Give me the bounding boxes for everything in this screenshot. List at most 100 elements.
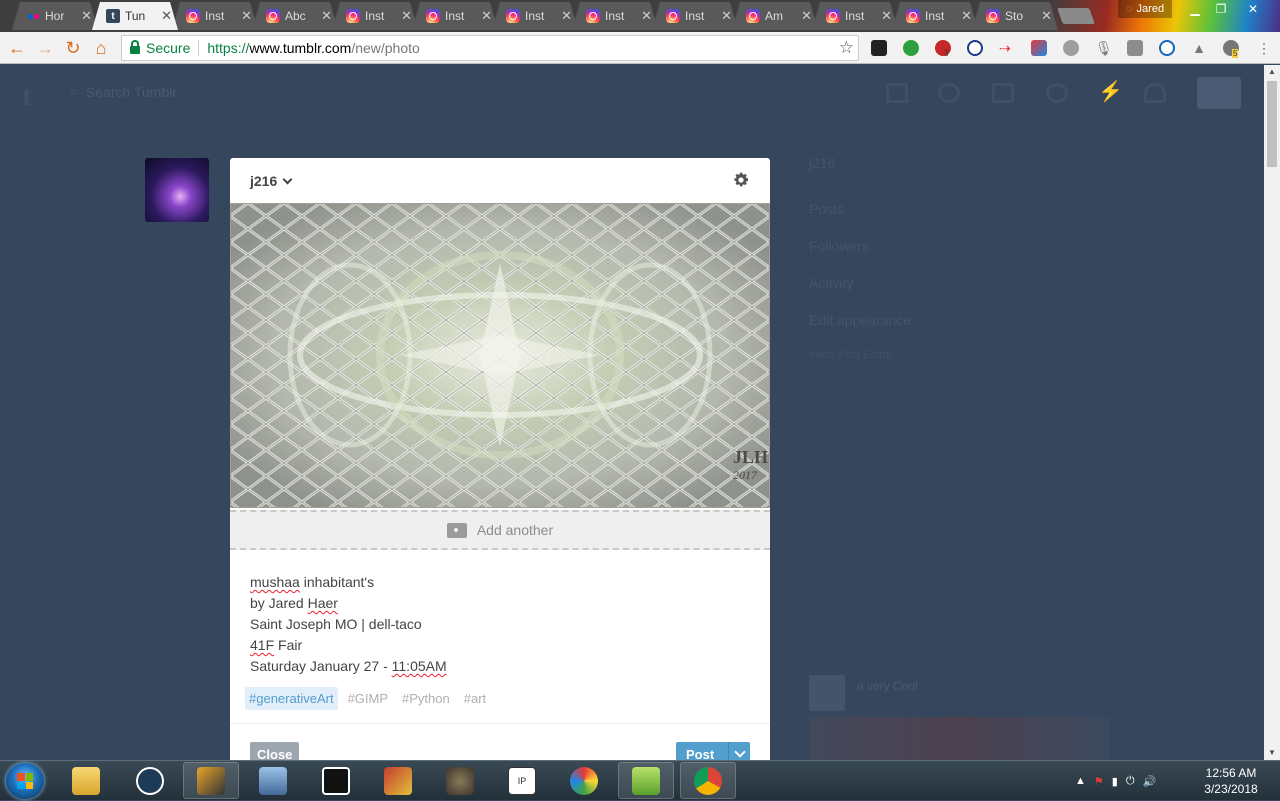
volume-icon[interactable]: 🔊 <box>1143 775 1157 788</box>
window-close-icon[interactable]: ✕ <box>1240 0 1266 18</box>
add-another-photo-button[interactable]: Add another <box>230 510 770 550</box>
scrollbar-thumb[interactable] <box>1267 81 1277 167</box>
post-button[interactable]: Post <box>676 742 750 760</box>
extension-search-icon[interactable] <box>967 40 983 56</box>
extension-red-icon[interactable]: 3 <box>935 40 951 58</box>
tab-close-icon[interactable]: ✕ <box>81 8 92 24</box>
tab-close-icon[interactable]: ✕ <box>481 8 492 24</box>
taskbar-paint[interactable] <box>556 762 612 799</box>
browser-tab[interactable]: Inst ✕ <box>332 2 418 30</box>
close-button[interactable]: Close <box>250 742 300 760</box>
scroll-up-icon[interactable]: ▲ <box>1264 65 1280 79</box>
sidebar-item-followers[interactable]: Followers <box>809 238 1109 275</box>
bookmark-star-icon[interactable]: ☆ <box>839 38 854 58</box>
taskbar-ipython[interactable]: IP <box>494 762 550 799</box>
tab-close-icon[interactable]: ✕ <box>801 8 812 24</box>
account-icon[interactable] <box>1144 83 1166 103</box>
browser-tab[interactable]: Inst ✕ <box>572 2 658 30</box>
extension-swirl-icon[interactable] <box>1159 40 1175 56</box>
browser-tab[interactable]: Abc ✕ <box>252 2 338 30</box>
browser-tab[interactable]: Inst ✕ <box>812 2 898 30</box>
tab-close-icon[interactable]: ✕ <box>241 8 252 24</box>
post-photo[interactable]: JLH 2017 <box>230 203 770 508</box>
extension-green-globe-icon[interactable] <box>903 40 919 56</box>
taskbar-gimp[interactable] <box>432 762 488 799</box>
browser-tab[interactable]: Am ✕ <box>732 2 818 30</box>
taskbar-clock[interactable]: 12:56 AM 3/23/2018 <box>1196 765 1266 797</box>
browser-tab[interactable]: Inst ✕ <box>652 2 738 30</box>
taskbar-game-app[interactable] <box>370 762 426 799</box>
explore-compass-icon[interactable] <box>938 83 960 103</box>
tab-close-icon[interactable]: ✕ <box>161 8 172 24</box>
tab-close-icon[interactable]: ✕ <box>401 8 412 24</box>
microphone-icon[interactable]: 🎙 <box>1095 40 1113 56</box>
new-tab-button[interactable] <box>1057 8 1095 24</box>
tab-close-icon[interactable]: ✕ <box>721 8 732 24</box>
reload-icon[interactable]: ↻ <box>62 37 84 59</box>
browser-tab[interactable]: Inst ✕ <box>412 2 498 30</box>
tab-close-icon[interactable]: ✕ <box>881 8 892 24</box>
tab-close-icon[interactable]: ✕ <box>641 8 652 24</box>
sidebar-item-edit-appearance[interactable]: Edit appearance <box>809 312 1109 349</box>
browser-tab[interactable]: t Tun ✕ <box>92 2 178 30</box>
tag-list[interactable]: #generativeArt #GIMP #Python #art <box>245 687 490 710</box>
taskbar-file-explorer[interactable] <box>58 762 114 799</box>
tag-python[interactable]: #Python <box>398 687 454 710</box>
sidebar-item-posts[interactable]: Posts <box>809 201 1109 238</box>
chrome-menu-icon[interactable]: ⋮ <box>1256 40 1272 56</box>
sidebar-recommended-card[interactable]: a very Cool <box>809 675 1109 777</box>
tray-expand-icon[interactable]: ▲ <box>1075 775 1086 787</box>
restore-icon[interactable]: ❐ <box>1208 0 1234 18</box>
address-bar[interactable]: Secure https://www.tumblr.com/new/photo … <box>121 35 859 61</box>
sidebar-item-activity[interactable]: Activity <box>809 275 1109 312</box>
home-dashboard-icon[interactable] <box>886 83 908 103</box>
browser-tab[interactable]: Sto ✕ <box>972 2 1058 30</box>
taskbar-winamp[interactable] <box>183 762 239 799</box>
forward-arrow-icon[interactable]: → <box>34 37 56 59</box>
post-options-chevron-icon[interactable] <box>728 742 750 760</box>
tab-close-icon[interactable]: ✕ <box>1041 8 1052 24</box>
messaging-icon[interactable] <box>1046 83 1068 103</box>
tag-art[interactable]: #art <box>460 687 490 710</box>
browser-tab[interactable]: Inst ✕ <box>892 2 978 30</box>
action-center-flag-icon[interactable]: ⚑ <box>1094 775 1104 788</box>
network-signal-icon[interactable]: ▮ <box>1112 775 1118 788</box>
browser-tab[interactable]: Inst ✕ <box>492 2 578 30</box>
minimize-icon[interactable]: ▁ <box>1182 0 1208 18</box>
taskbar-tree-app[interactable] <box>122 762 178 799</box>
tab-close-icon[interactable]: ✕ <box>961 8 972 24</box>
power-icon[interactable]: ⏻ <box>1126 775 1135 788</box>
taskbar-chrome[interactable] <box>680 762 736 799</box>
home-icon[interactable]: ⌂ <box>90 37 112 59</box>
tumblr-logo[interactable]: t <box>22 79 32 113</box>
extension-dark-icon[interactable] <box>871 40 887 56</box>
blog-selector[interactable]: j216 <box>250 173 293 189</box>
browser-tab[interactable]: Hor ✕ <box>12 2 98 30</box>
tag-gimp[interactable]: #GIMP <box>344 687 392 710</box>
tumblr-search[interactable]: ⌕ Search Tumblr <box>70 83 177 100</box>
avatar[interactable] <box>145 158 209 222</box>
taskbar-notepadpp[interactable] <box>618 762 674 799</box>
profile-button[interactable]: ◌ Jared <box>1118 0 1173 18</box>
extension-arrow-icon[interactable]: ⇢ <box>999 40 1015 56</box>
taskbar-network-app[interactable] <box>245 762 301 799</box>
tab-close-icon[interactable]: ✕ <box>321 8 332 24</box>
extension-s-icon[interactable] <box>1031 40 1047 56</box>
sidebar-item-mass-editor[interactable]: Mass Post Editor <box>809 349 1109 386</box>
tab-close-icon[interactable]: ✕ <box>561 8 572 24</box>
scroll-down-icon[interactable]: ▼ <box>1264 746 1280 760</box>
drive-icon[interactable]: ▲ <box>1191 40 1207 56</box>
extension-grey-icon[interactable] <box>1127 40 1143 56</box>
inbox-icon[interactable] <box>992 83 1014 103</box>
tag-generativeart[interactable]: #generativeArt <box>245 687 338 710</box>
start-button[interactable] <box>6 763 44 799</box>
compose-post-button[interactable] <box>1197 77 1241 109</box>
taskbar-terminal-app[interactable] <box>308 762 364 799</box>
extension-cat-icon[interactable] <box>1063 40 1079 56</box>
extension-multi-icon[interactable]: 5 <box>1223 40 1239 58</box>
gear-icon[interactable] <box>732 171 750 189</box>
activity-lightning-icon[interactable]: ⚡ <box>1098 79 1123 103</box>
back-arrow-icon[interactable]: ← <box>6 37 28 59</box>
post-caption-field[interactable]: mushaa inhabitant's by Jared Haer Saint … <box>250 572 750 677</box>
browser-tab[interactable]: Inst ✕ <box>172 2 258 30</box>
